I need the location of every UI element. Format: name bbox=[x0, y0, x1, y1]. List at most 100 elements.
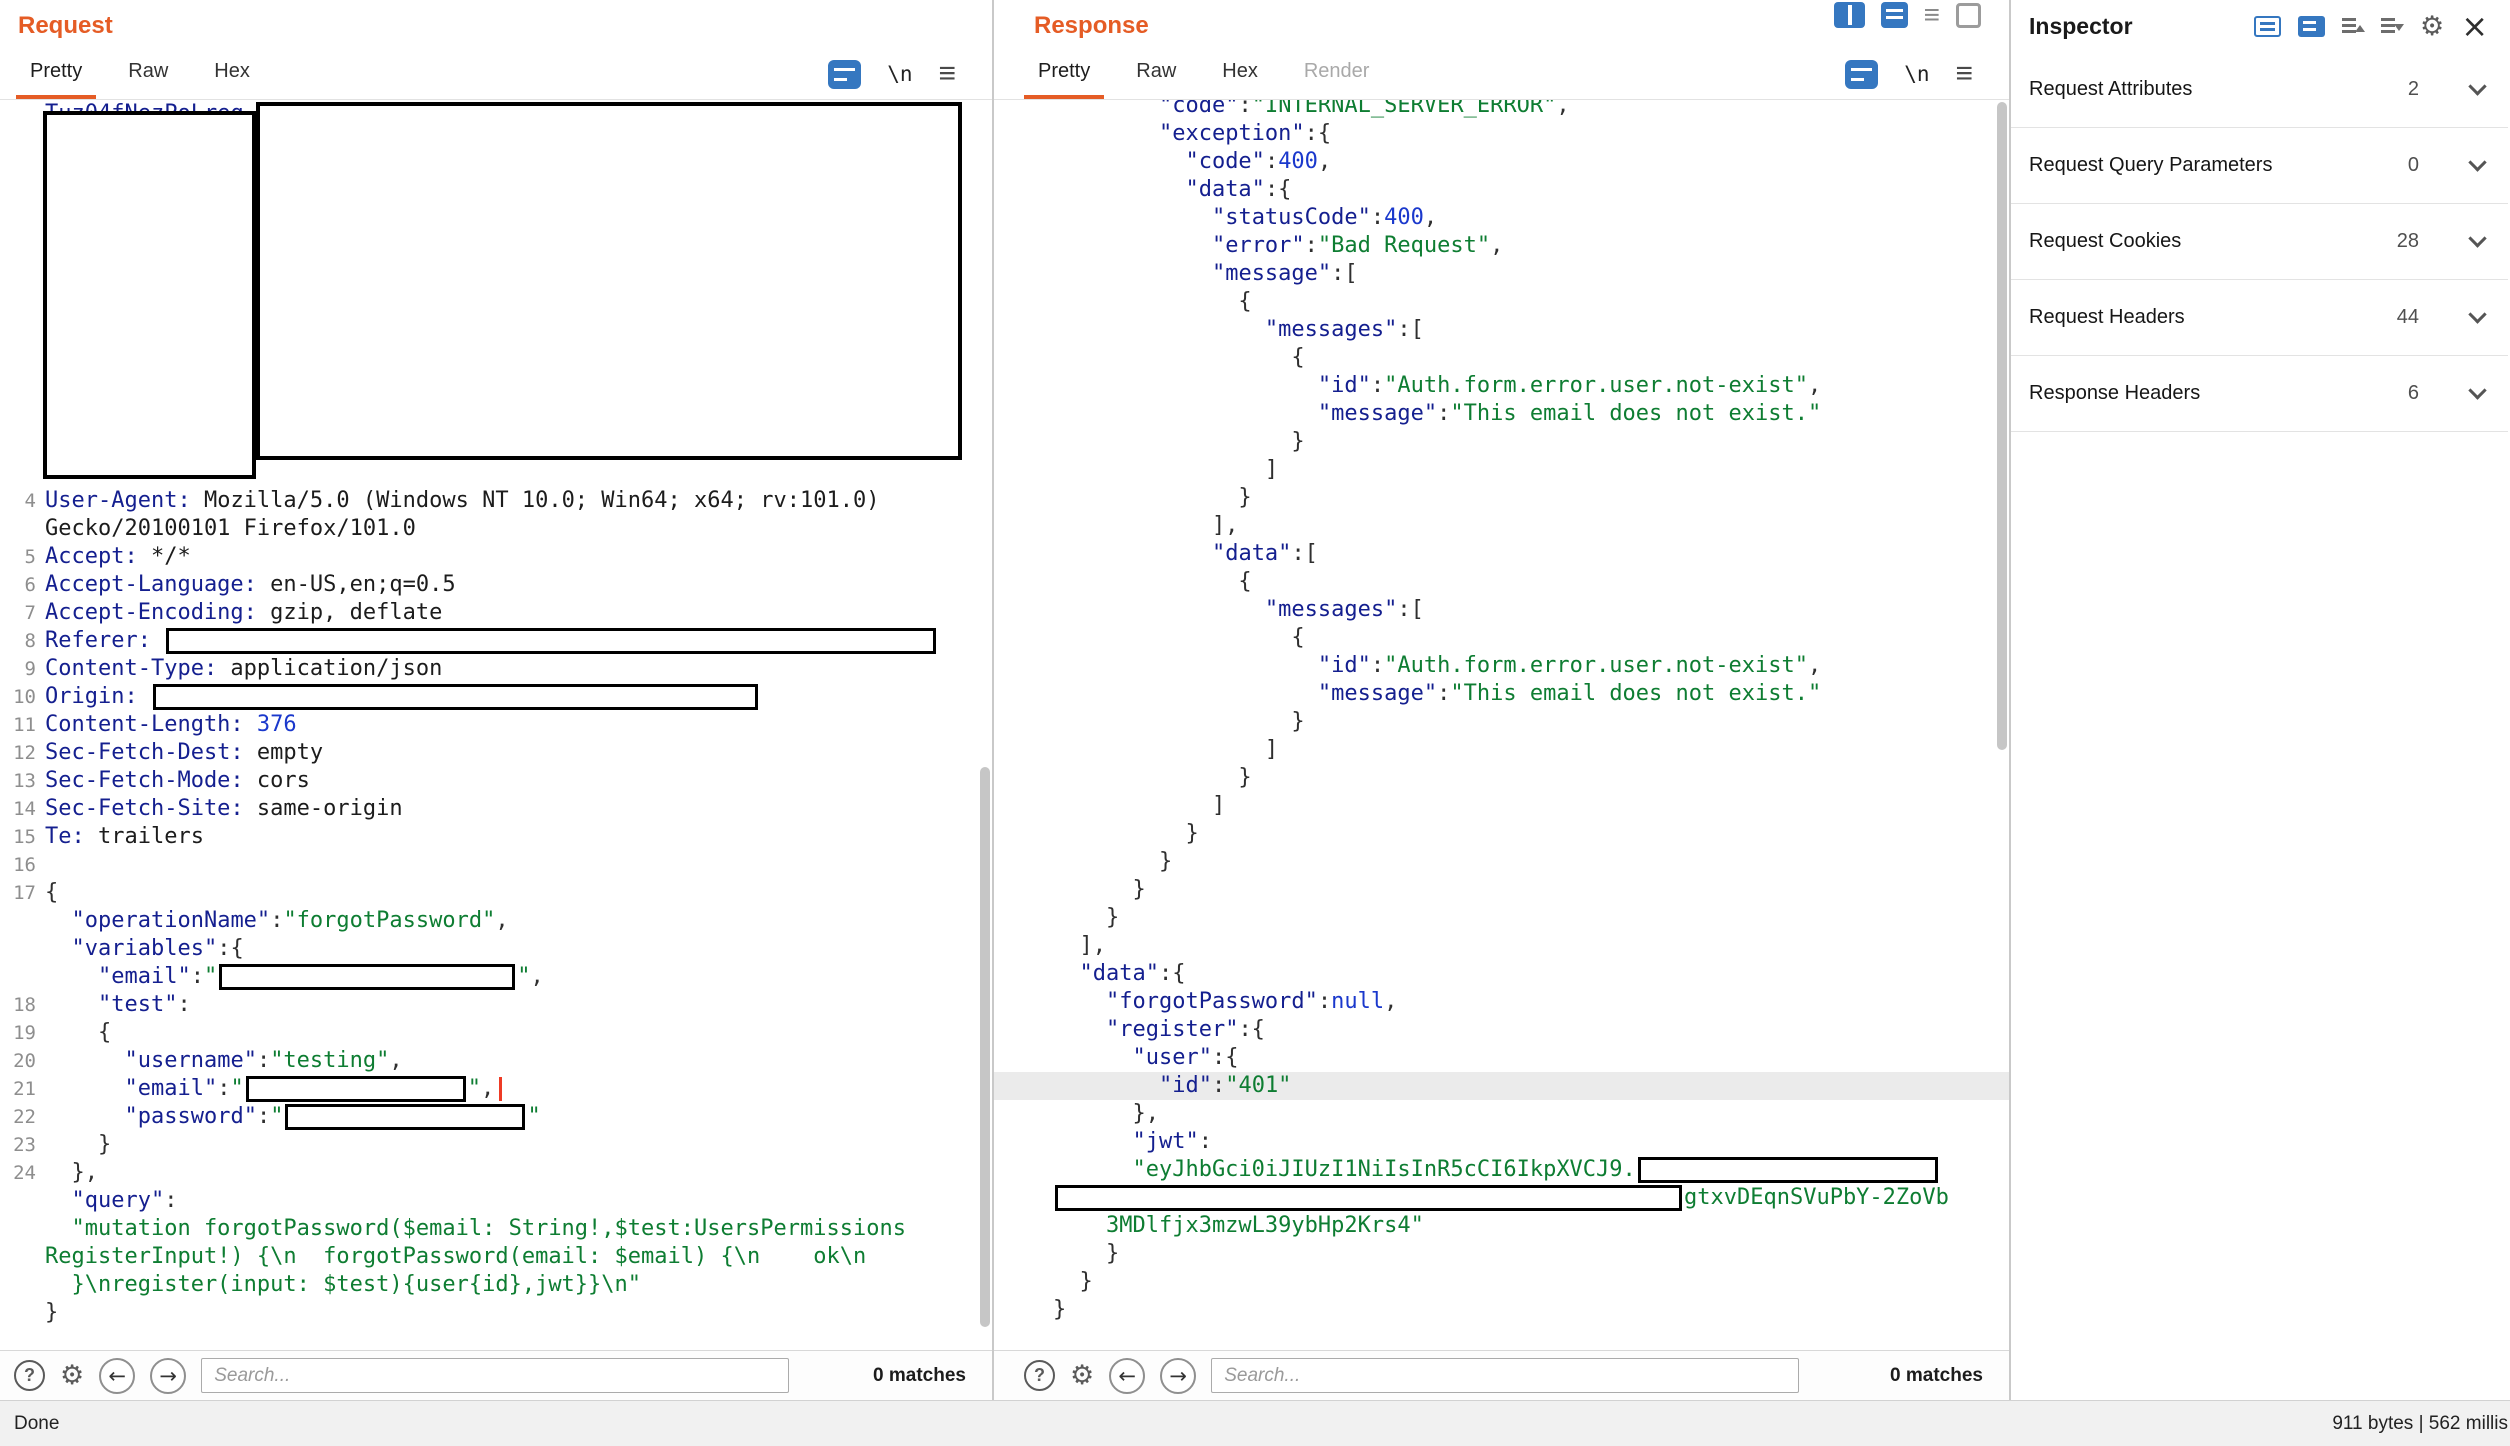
inspector-section-request-headers[interactable]: Request Headers44 bbox=[2011, 280, 2508, 356]
code-line[interactable]: 24 }, bbox=[0, 1159, 992, 1187]
code-line[interactable]: 15Te: trailers bbox=[0, 823, 992, 851]
code-line[interactable]: 7Accept-Encoding: gzip, deflate bbox=[0, 599, 992, 627]
code-line[interactable]: 21 "email":"", bbox=[0, 1075, 992, 1103]
inspector-layout-toggle-active-icon[interactable] bbox=[2298, 16, 2325, 37]
response-editor[interactable]: "code":"INTERNAL_SERVER_ERROR", "excepti… bbox=[994, 100, 2009, 1350]
code-line[interactable]: 16 bbox=[0, 851, 992, 879]
code-line[interactable]: { bbox=[994, 568, 2009, 596]
code-line[interactable]: "statusCode":400, bbox=[994, 204, 2009, 232]
inspector-section-request-query-parameters[interactable]: Request Query Parameters0 bbox=[2011, 128, 2508, 204]
code-line[interactable]: } bbox=[994, 428, 2009, 456]
code-line[interactable]: "exception":{ bbox=[994, 120, 2009, 148]
code-line[interactable]: }\nregister(input: $test){user{id},jwt}}… bbox=[0, 1271, 992, 1299]
request-editor[interactable]: Tuz04fNezPoLreqCGhxmOoQ8WXmtL4 4User-Age… bbox=[0, 100, 992, 1350]
code-line[interactable]: "operationName":"forgotPassword", bbox=[0, 907, 992, 935]
code-line[interactable]: } bbox=[994, 1268, 2009, 1296]
code-line[interactable]: } bbox=[994, 764, 2009, 792]
search-prev-button[interactable]: ← bbox=[99, 1358, 135, 1394]
tab-render[interactable]: Render bbox=[1290, 60, 1384, 99]
inspector-section-request-attributes[interactable]: Request Attributes2 bbox=[2011, 52, 2508, 128]
view-single-icon[interactable] bbox=[1956, 3, 1981, 28]
code-line[interactable]: "user":{ bbox=[994, 1044, 2009, 1072]
close-inspector-icon[interactable]: × bbox=[2461, 10, 2488, 42]
code-line[interactable]: 13Sec-Fetch-Mode: cors bbox=[0, 767, 992, 795]
tab-hex[interactable]: Hex bbox=[200, 60, 264, 99]
code-line[interactable]: RegisterInput!) {\n forgotPassword(email… bbox=[0, 1243, 992, 1271]
code-line[interactable]: "variables":{ bbox=[0, 935, 992, 963]
scrollbar-thumb[interactable] bbox=[1997, 102, 2007, 750]
tab-raw[interactable]: Raw bbox=[1122, 60, 1190, 99]
help-icon[interactable]: ? bbox=[14, 1360, 45, 1391]
code-line[interactable]: "data":{ bbox=[994, 960, 2009, 988]
code-line[interactable]: 23 } bbox=[0, 1131, 992, 1159]
code-line[interactable]: 9Content-Type: application/json bbox=[0, 655, 992, 683]
code-line[interactable]: ] bbox=[994, 792, 2009, 820]
search-next-button[interactable]: → bbox=[1160, 1358, 1196, 1394]
code-line[interactable]: 4User-Agent: Mozilla/5.0 (Windows NT 10.… bbox=[0, 487, 992, 515]
code-line[interactable]: "id":"Auth.form.error.user.not-exist", bbox=[994, 652, 2009, 680]
tab-raw[interactable]: Raw bbox=[114, 60, 182, 99]
code-line[interactable]: "data":{ bbox=[994, 176, 2009, 204]
code-line[interactable]: "message":[ bbox=[994, 260, 2009, 288]
code-line[interactable]: "data":[ bbox=[994, 540, 2009, 568]
search-prev-button[interactable]: ← bbox=[1109, 1358, 1145, 1394]
editor-menu-icon[interactable]: ≡ bbox=[938, 59, 956, 89]
code-line[interactable]: "error":"Bad Request", bbox=[994, 232, 2009, 260]
code-line[interactable]: "email":"", bbox=[0, 963, 992, 991]
code-line[interactable]: 20 "username":"testing", bbox=[0, 1047, 992, 1075]
code-line[interactable]: "message":"This email does not exist." bbox=[994, 680, 2009, 708]
code-line[interactable]: 11Content-Length: 376 bbox=[0, 711, 992, 739]
code-line[interactable]: "register":{ bbox=[994, 1016, 2009, 1044]
request-scrollbar[interactable] bbox=[977, 100, 992, 1350]
code-line[interactable]: }, bbox=[994, 1100, 2009, 1128]
code-line[interactable]: } bbox=[994, 904, 2009, 932]
code-line[interactable]: } bbox=[994, 820, 2009, 848]
code-line[interactable]: ] bbox=[994, 456, 2009, 484]
code-line[interactable]: "eyJhbGci0iJIUzI1NiIsInR5cCI6IkpXVCJ9. bbox=[994, 1156, 2009, 1184]
code-line[interactable]: 6Accept-Language: en-US,en;q=0.5 bbox=[0, 571, 992, 599]
code-line[interactable]: ], bbox=[994, 932, 2009, 960]
code-line[interactable]: } bbox=[994, 848, 2009, 876]
code-line[interactable]: ], bbox=[994, 512, 2009, 540]
show-newlines-button[interactable]: \n bbox=[887, 62, 912, 86]
search-input[interactable] bbox=[1211, 1358, 1799, 1393]
code-line[interactable]: "jwt": bbox=[994, 1128, 2009, 1156]
code-line[interactable]: } bbox=[994, 1240, 2009, 1268]
inspector-section-response-headers[interactable]: Response Headers6 bbox=[2011, 356, 2508, 432]
code-line[interactable]: "code":"INTERNAL_SERVER_ERROR", bbox=[994, 100, 2009, 120]
code-line[interactable]: gtxvDEqnSVuPbY-2ZoVb bbox=[994, 1184, 2009, 1212]
soft-wrap-icon[interactable] bbox=[1845, 60, 1878, 89]
tab-pretty[interactable]: Pretty bbox=[1024, 60, 1104, 99]
view-stack-icon[interactable] bbox=[1881, 2, 1908, 28]
code-line[interactable]: 14Sec-Fetch-Site: same-origin bbox=[0, 795, 992, 823]
code-line[interactable]: { bbox=[994, 288, 2009, 316]
code-line[interactable]: 3MDlfjx3mzwL39ybHp2Krs4" bbox=[994, 1212, 2009, 1240]
inspector-settings-gear-icon[interactable]: ⚙ bbox=[2420, 13, 2444, 40]
code-line[interactable]: 18 "test": bbox=[0, 991, 992, 1019]
editor-menu-icon[interactable]: ≡ bbox=[1955, 59, 1973, 89]
code-line[interactable]: "code":400, bbox=[994, 148, 2009, 176]
code-line[interactable]: { bbox=[994, 344, 2009, 372]
code-line[interactable]: 22 "password":"" bbox=[0, 1103, 992, 1131]
view-list-icon[interactable]: ≡ bbox=[1924, 2, 1940, 28]
tab-hex[interactable]: Hex bbox=[1208, 60, 1272, 99]
collapse-all-icon[interactable] bbox=[2342, 17, 2364, 35]
search-settings-gear-icon[interactable]: ⚙ bbox=[1070, 1362, 1094, 1389]
code-line[interactable]: ] bbox=[994, 736, 2009, 764]
inspector-section-request-cookies[interactable]: Request Cookies28 bbox=[2011, 204, 2508, 280]
code-line[interactable]: "query": bbox=[0, 1187, 992, 1215]
code-line[interactable]: "message":"This email does not exist." bbox=[994, 400, 2009, 428]
code-line[interactable]: Gecko/20100101 Firefox/101.0 bbox=[0, 515, 992, 543]
scrollbar-thumb[interactable] bbox=[980, 767, 990, 1327]
code-line[interactable]: 8Referer: bbox=[0, 627, 992, 655]
inspector-layout-toggle-icon[interactable] bbox=[2254, 16, 2281, 37]
help-icon[interactable]: ? bbox=[1024, 1360, 1055, 1391]
code-line[interactable]: "id":"401" bbox=[994, 1072, 2009, 1100]
search-input[interactable] bbox=[201, 1358, 789, 1393]
code-line[interactable]: { bbox=[994, 624, 2009, 652]
code-line[interactable]: 5Accept: */* bbox=[0, 543, 992, 571]
code-line[interactable]: } bbox=[994, 876, 2009, 904]
tab-pretty[interactable]: Pretty bbox=[16, 60, 96, 99]
code-line[interactable]: "messages":[ bbox=[994, 596, 2009, 624]
search-settings-gear-icon[interactable]: ⚙ bbox=[60, 1362, 84, 1389]
